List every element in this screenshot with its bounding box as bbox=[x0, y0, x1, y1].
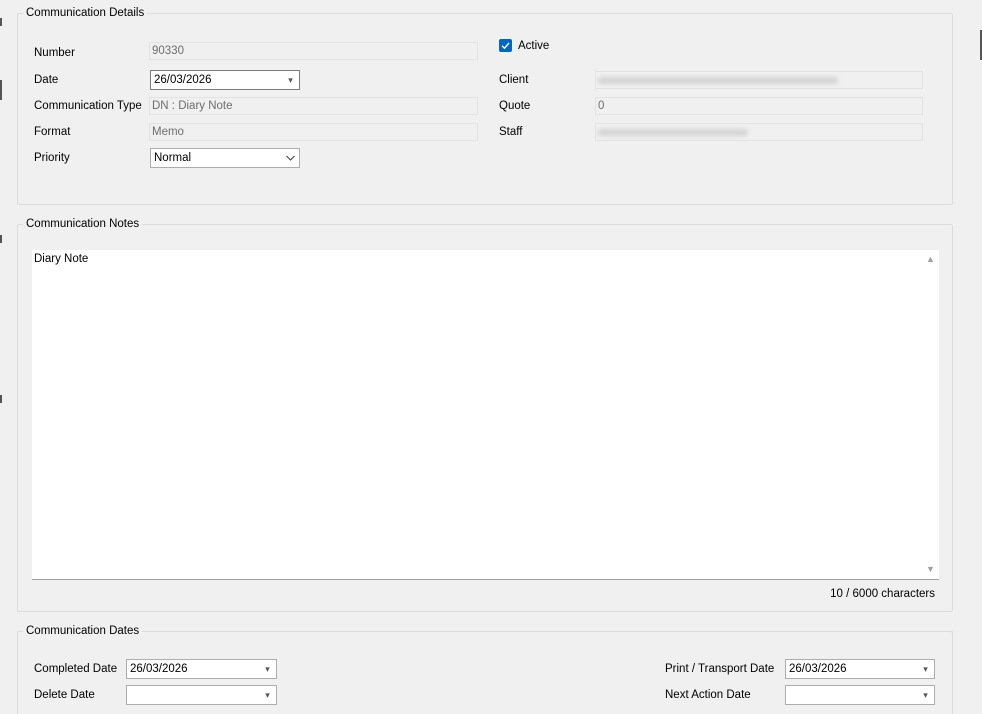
notes-text: Diary Note bbox=[34, 253, 89, 265]
client-field bbox=[595, 71, 923, 89]
print-transport-date-value: 26/03/2026 bbox=[789, 663, 847, 675]
date-label: Date bbox=[34, 74, 59, 86]
chevron-down-icon[interactable]: ▾ bbox=[263, 660, 272, 678]
client-label: Client bbox=[499, 74, 529, 86]
number-field: 90330 bbox=[149, 42, 478, 60]
completed-date-label: Completed Date bbox=[34, 663, 118, 675]
communication-type-field: DN : Diary Note bbox=[149, 97, 478, 115]
delete-date-picker[interactable]: ▾ bbox=[126, 685, 277, 705]
quote-field: 0 bbox=[595, 97, 923, 115]
staff-field bbox=[595, 123, 923, 141]
notes-scrollbar[interactable]: ▲ ▼ bbox=[922, 250, 939, 579]
redacted-client-value bbox=[598, 77, 838, 84]
completed-date-picker[interactable]: 26/03/2026 ▾ bbox=[126, 659, 277, 679]
left-edge-marker bbox=[0, 235, 2, 243]
chevron-down-icon[interactable]: ▾ bbox=[286, 71, 295, 89]
communication-type-label: Communication Type bbox=[34, 100, 142, 112]
quote-label: Quote bbox=[499, 100, 531, 112]
left-edge-marker bbox=[0, 395, 2, 403]
redacted-staff-value bbox=[598, 129, 748, 136]
print-transport-date-picker[interactable]: 26/03/2026 ▾ bbox=[785, 659, 935, 679]
active-label[interactable]: Active bbox=[518, 39, 549, 53]
chevron-down-icon[interactable]: ▾ bbox=[921, 686, 930, 704]
next-action-date-picker[interactable]: ▾ bbox=[785, 685, 935, 705]
priority-select[interactable]: Normal bbox=[150, 148, 300, 168]
print-transport-date-label: Print / Transport Date bbox=[665, 663, 775, 675]
priority-label: Priority bbox=[34, 152, 70, 164]
communication-dates-title: Communication Dates bbox=[23, 624, 143, 638]
format-field: Memo bbox=[149, 123, 478, 141]
notes-textarea[interactable]: Diary Note ▲ ▼ bbox=[32, 250, 939, 580]
scroll-down-arrow-icon[interactable]: ▼ bbox=[922, 561, 939, 578]
left-edge-marker bbox=[0, 80, 2, 100]
checkmark-icon bbox=[501, 42, 510, 50]
number-label: Number bbox=[34, 47, 75, 59]
date-picker-value: 26/03/2026 bbox=[154, 74, 212, 86]
character-count: 10 / 6000 characters bbox=[830, 588, 935, 600]
format-label: Format bbox=[34, 126, 71, 138]
left-edge-marker bbox=[0, 18, 2, 26]
date-picker[interactable]: 26/03/2026 ▾ bbox=[150, 70, 300, 90]
completed-date-value: 26/03/2026 bbox=[130, 663, 188, 675]
communication-details-title: Communication Details bbox=[23, 6, 148, 20]
delete-date-label: Delete Date bbox=[34, 689, 95, 701]
staff-label: Staff bbox=[499, 126, 523, 138]
next-action-date-label: Next Action Date bbox=[665, 689, 751, 701]
chevron-down-icon[interactable]: ▾ bbox=[921, 660, 930, 678]
chevron-down-icon[interactable]: ▾ bbox=[263, 686, 272, 704]
communication-notes-title: Communication Notes bbox=[23, 217, 143, 231]
active-checkbox[interactable] bbox=[499, 39, 512, 52]
scroll-up-arrow-icon[interactable]: ▲ bbox=[922, 251, 939, 268]
chevron-down-icon[interactable] bbox=[286, 149, 295, 167]
priority-select-value: Normal bbox=[154, 152, 192, 164]
